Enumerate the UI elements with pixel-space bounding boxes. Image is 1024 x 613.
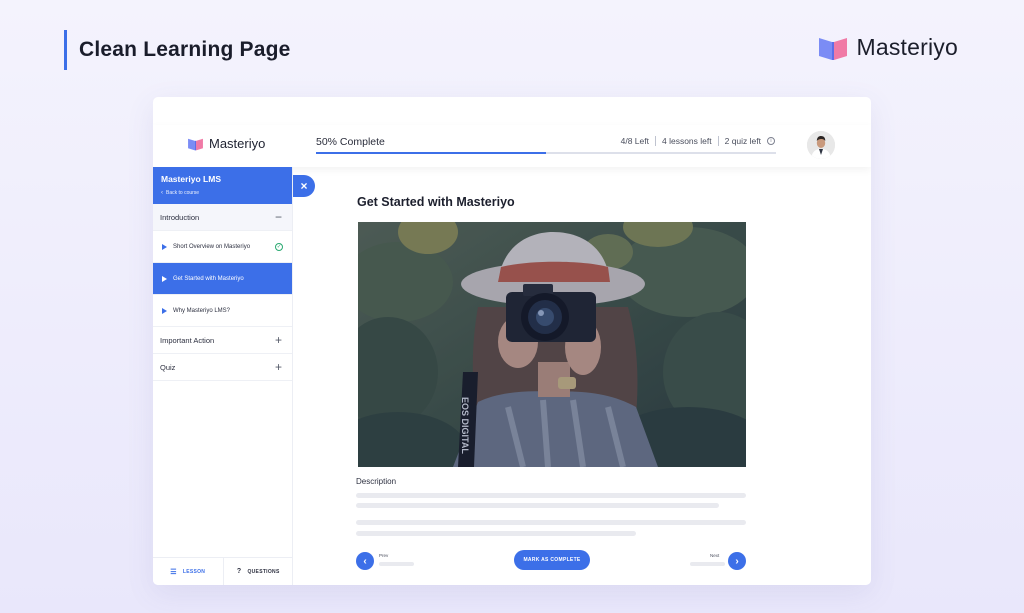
progress-label: 50% Complete <box>316 136 385 148</box>
brand-name: Masteriyo <box>856 34 958 60</box>
questions-tab-label: QUESTIONS <box>247 568 280 575</box>
chevron-left-icon: ‹ <box>161 190 163 196</box>
back-label: Back to course <box>166 190 200 196</box>
section-important-action[interactable]: Important Action + <box>153 327 292 354</box>
list-icon: ☰ <box>170 568 177 576</box>
back-to-course-link[interactable]: ‹ Back to course <box>161 190 284 196</box>
book-logo-icon <box>188 138 203 150</box>
mark-as-complete-button[interactable]: MARK AS COMPLETE <box>514 550 590 570</box>
sidebar-footer: ☰ LESSON ? QUESTIONS <box>153 557 293 585</box>
next-label: Next <box>710 553 720 558</box>
next-lesson-placeholder <box>690 562 725 566</box>
course-sidebar: Masteriyo LMS ‹ Back to course Introduct… <box>153 167 293 585</box>
book-logo-icon <box>818 37 847 60</box>
progress-stats: 4/8 Left 4 lessons left 2 quiz left i <box>621 136 775 146</box>
chevron-left-icon: ‹ <box>363 555 367 567</box>
page-title: Clean Learning Page <box>79 38 291 61</box>
section-label: Introduction <box>160 212 200 222</box>
lesson-item-short-overview[interactable]: Short Overview on Masteriyo ✓ <box>153 231 292 263</box>
collapse-icon[interactable]: − <box>275 211 282 223</box>
lesson-tab-label: LESSON <box>182 568 206 575</box>
chevron-right-icon: › <box>735 555 739 567</box>
photographer-image: EOS DIGITAL <box>358 222 746 467</box>
section-quiz[interactable]: Quiz + <box>153 354 292 381</box>
play-icon <box>162 243 167 250</box>
stat-divider <box>717 136 719 146</box>
avatar-person-icon <box>807 131 835 159</box>
questions-tab[interactable]: ? QUESTIONS <box>224 558 294 585</box>
lessons-left: 4 lessons left <box>661 136 712 146</box>
prev-lesson-placeholder <box>379 562 414 566</box>
info-icon[interactable]: i <box>767 137 775 145</box>
close-sidebar-button[interactable]: × <box>293 175 315 197</box>
progress-bar-fill <box>316 152 546 154</box>
section-label: Important Action <box>160 335 215 345</box>
description-placeholder-line <box>356 503 719 508</box>
lesson-tab[interactable]: ☰ LESSON <box>153 558 224 585</box>
expand-icon[interactable]: + <box>275 361 282 373</box>
description-placeholder-line <box>356 531 636 536</box>
section-introduction[interactable]: Introduction − <box>153 204 292 231</box>
prev-button[interactable]: ‹ <box>356 552 374 570</box>
stat-divider <box>654 136 656 146</box>
quiz-left: 2 quiz left <box>724 136 761 146</box>
lesson-label: Short Overview on Masteriyo <box>173 243 251 250</box>
lesson-title: Get Started with Masteriyo <box>357 195 515 209</box>
lesson-label: Get Started with Masteriyo <box>173 275 244 282</box>
course-title: Masteriyo LMS <box>161 174 221 184</box>
learning-window: Masteriyo 50% Complete 4/8 Left 4 lesson… <box>153 97 871 585</box>
course-header: Masteriyo LMS ‹ Back to course <box>153 167 292 204</box>
expand-icon[interactable]: + <box>275 334 282 346</box>
next-button[interactable]: › <box>728 552 746 570</box>
description-label: Description <box>356 477 397 486</box>
topbar-brand-name: Masteriyo <box>209 136 266 151</box>
items-left: 4/8 Left <box>620 136 649 146</box>
progress-bar <box>316 152 776 154</box>
header-accent-bar <box>64 30 67 70</box>
lesson-image: EOS DIGITAL <box>358 222 746 467</box>
question-icon: ? <box>236 568 242 575</box>
check-circle-icon: ✓ <box>275 242 283 251</box>
prev-label: Prev <box>379 553 389 558</box>
description-placeholder-line <box>356 520 746 525</box>
brand-logo: Masteriyo <box>817 34 959 61</box>
learning-topbar: Masteriyo 50% Complete 4/8 Left 4 lesson… <box>153 125 871 167</box>
play-icon <box>162 275 167 282</box>
section-label: Quiz <box>160 362 176 372</box>
close-icon: × <box>300 179 308 193</box>
description-placeholder-line <box>356 493 746 498</box>
topbar-logo[interactable]: Masteriyo <box>187 136 265 151</box>
lesson-label: Why Masteriyo LMS? <box>173 307 231 314</box>
play-icon <box>162 307 167 314</box>
lesson-item-get-started[interactable]: Get Started with Masteriyo <box>153 263 292 295</box>
user-avatar[interactable] <box>807 131 835 159</box>
page-header: Clean Learning Page <box>64 30 291 70</box>
lesson-item-why-masteriyo[interactable]: Why Masteriyo LMS? <box>153 295 292 327</box>
